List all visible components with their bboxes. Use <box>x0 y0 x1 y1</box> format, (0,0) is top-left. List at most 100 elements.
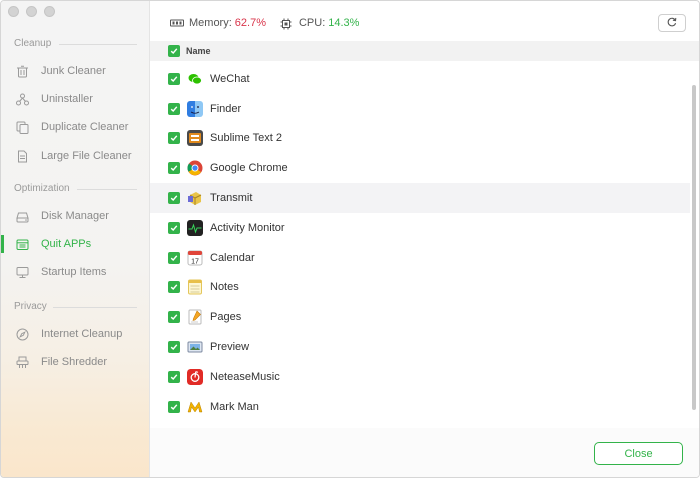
disk-icon <box>15 209 29 223</box>
svg-text:17: 17 <box>191 258 199 265</box>
section-divider <box>59 44 137 45</box>
trash-icon <box>15 64 29 78</box>
row-checkbox[interactable] <box>168 162 180 175</box>
mark-man-icon <box>187 399 203 415</box>
cpu-value: 14.3% <box>328 17 360 29</box>
row-checkbox[interactable] <box>168 72 180 85</box>
table-row[interactable]: Mark Man <box>150 392 690 422</box>
minimize-window-button[interactable] <box>26 6 37 17</box>
system-stats: Memory: 62.7% CPU: 14.3% <box>170 17 373 30</box>
sidebar-item-disk-manager[interactable]: Disk Manager <box>1 204 149 228</box>
table-row[interactable]: Transmit <box>150 183 690 213</box>
pages-icon <box>187 309 203 325</box>
table-row[interactable]: Finder <box>150 94 690 124</box>
table-row[interactable]: NeteaseMusic <box>150 362 690 392</box>
section-label-optimization: Optimization <box>14 183 70 194</box>
sidebar-item-label: Internet Cleanup <box>41 328 123 340</box>
row-checkbox[interactable] <box>168 341 180 354</box>
table-row[interactable]: 17 Calendar <box>150 243 690 273</box>
netease-music-icon <box>187 368 203 385</box>
sidebar-item-label: Disk Manager <box>41 210 109 222</box>
memory-label: Memory: <box>189 17 232 29</box>
transmit-icon <box>187 190 203 206</box>
finder-icon <box>187 100 203 117</box>
list-scrollbar[interactable] <box>692 85 696 410</box>
row-checkbox[interactable] <box>168 281 180 294</box>
cpu-chip-icon <box>280 18 294 30</box>
table-row[interactable]: Pages <box>150 302 690 332</box>
app-name: Notes <box>210 281 239 294</box>
row-checkbox[interactable] <box>168 102 180 115</box>
app-name: Sublime Text 2 <box>210 132 282 145</box>
table-row[interactable]: WeChat <box>150 64 690 94</box>
app-name: Activity Monitor <box>210 221 285 234</box>
row-checkbox[interactable] <box>168 132 180 145</box>
app-name: Transmit <box>210 192 253 205</box>
sidebar: Cleanup Junk Cleaner Uninstaller Duplica… <box>1 1 150 477</box>
memory-chip-icon <box>170 18 184 28</box>
refresh-icon <box>667 14 677 32</box>
window-controls <box>8 6 55 17</box>
sidebar-item-quit-apps[interactable]: Quit APPs <box>1 232 149 256</box>
wechat-icon <box>187 70 203 87</box>
column-header-name[interactable]: Name <box>186 46 211 56</box>
sidebar-item-label: Large File Cleaner <box>41 150 132 162</box>
table-row[interactable]: Notes <box>150 273 690 303</box>
row-checkbox[interactable] <box>168 221 180 234</box>
row-checkbox[interactable] <box>168 370 180 383</box>
table-row[interactable]: Google Chrome <box>150 153 690 183</box>
app-name: WeChat <box>210 72 250 85</box>
sidebar-item-label: Junk Cleaner <box>41 65 106 77</box>
row-checkbox[interactable] <box>168 251 180 264</box>
sidebar-item-label: Quit APPs <box>41 238 92 250</box>
sidebar-item-label: Duplicate Cleaner <box>41 121 129 133</box>
row-checkbox[interactable] <box>168 400 180 413</box>
row-checkbox[interactable] <box>168 192 180 205</box>
main-panel: Memory: 62.7% CPU: 14.3% Name WeChat Fin… <box>150 1 699 477</box>
app-name: Mark Man <box>210 400 259 413</box>
app-window: Cleanup Junk Cleaner Uninstaller Duplica… <box>0 0 700 478</box>
zoom-window-button[interactable] <box>44 6 55 17</box>
app-name: Calendar <box>210 251 255 264</box>
activity-monitor-icon <box>187 219 203 236</box>
compass-icon <box>15 327 29 341</box>
sidebar-item-label: Uninstaller <box>41 93 93 105</box>
chrome-icon <box>187 160 203 176</box>
sidebar-item-label: File Shredder <box>41 356 108 368</box>
select-all-checkbox[interactable] <box>168 45 180 57</box>
sublime-text-icon <box>187 130 203 147</box>
refresh-button[interactable] <box>658 14 686 32</box>
duplicate-icon <box>15 120 29 134</box>
app-name: Finder <box>210 102 242 115</box>
app-list: WeChat Finder Sublime Text 2 Google Chro… <box>150 64 690 428</box>
quit-apps-icon <box>15 237 29 251</box>
sidebar-item-internet-cleanup[interactable]: Internet Cleanup <box>1 322 149 346</box>
calendar-icon: 17 <box>187 250 203 266</box>
sidebar-item-file-shredder[interactable]: File Shredder <box>1 350 149 374</box>
row-checkbox[interactable] <box>168 311 180 324</box>
section-divider <box>77 189 137 190</box>
sidebar-item-junk-cleaner[interactable]: Junk Cleaner <box>1 59 149 83</box>
preview-icon <box>187 339 203 355</box>
sidebar-item-startup-items[interactable]: Startup Items <box>1 260 149 284</box>
cpu-label: CPU: <box>298 17 326 29</box>
sidebar-item-duplicate-cleaner[interactable]: Duplicate Cleaner <box>1 115 149 139</box>
sidebar-item-label: Startup Items <box>41 266 107 278</box>
large-file-icon <box>15 149 29 163</box>
table-row[interactable]: Preview <box>150 332 690 362</box>
table-row[interactable]: Activity Monitor <box>150 213 690 243</box>
shredder-icon <box>15 355 29 369</box>
sidebar-item-large-file-cleaner[interactable]: Large File Cleaner <box>1 144 149 168</box>
app-name: Preview <box>210 341 250 354</box>
close-button[interactable]: Close <box>594 442 683 465</box>
section-label-privacy: Privacy <box>14 301 47 312</box>
table-row[interactable]: Sublime Text 2 <box>150 124 690 154</box>
table-header: Name <box>150 41 699 61</box>
app-name: Google Chrome <box>210 162 288 175</box>
close-window-button[interactable] <box>8 6 19 17</box>
sidebar-item-uninstaller[interactable]: Uninstaller <box>1 87 149 111</box>
section-label-cleanup: Cleanup <box>14 38 52 49</box>
memory-stat: Memory: 62.7% <box>170 17 266 29</box>
footer-bar: Close <box>150 428 699 477</box>
app-name: NeteaseMusic <box>210 370 280 383</box>
